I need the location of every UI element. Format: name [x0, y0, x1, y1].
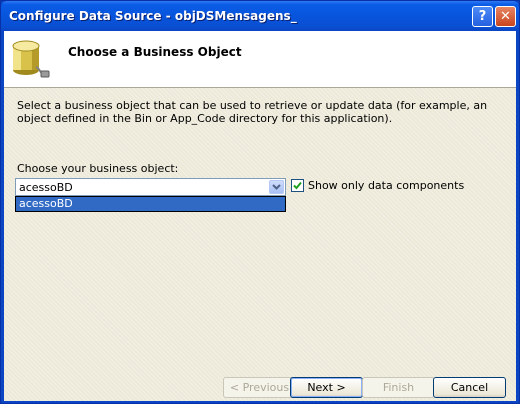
business-object-label: Choose your business object:	[17, 162, 179, 175]
show-only-data-components-checkbox[interactable]	[291, 179, 304, 192]
checkmark-icon	[293, 181, 302, 190]
wizard-header: Choose a Business Object	[4, 31, 516, 88]
help-button[interactable]: ?	[472, 6, 493, 27]
business-object-combobox[interactable]: acessoBD	[15, 178, 286, 196]
dialog-client-area: Choose a Business Object Select a busine…	[4, 31, 516, 401]
combobox-value: acessoBD	[19, 181, 73, 194]
instruction-text: Select a business object that can be use…	[17, 99, 488, 125]
dropdown-arrow-button[interactable]	[269, 180, 284, 194]
cancel-button[interactable]: Cancel	[433, 377, 506, 398]
title-bar[interactable]: Configure Data Source - objDSMensagens_ …	[1, 1, 519, 31]
window-title: Configure Data Source - objDSMensagens_	[9, 9, 297, 23]
chevron-down-icon	[272, 184, 281, 190]
dropdown-option-acessobd[interactable]: acessoBD	[16, 197, 285, 211]
show-only-data-components-label[interactable]: Show only data components	[308, 179, 464, 192]
previous-button[interactable]: < Previous	[223, 377, 296, 398]
page-title: Choose a Business Object	[68, 45, 242, 59]
close-button[interactable]: ✕	[495, 6, 516, 27]
finish-button[interactable]: Finish	[362, 377, 435, 398]
database-icon	[12, 40, 50, 78]
business-object-dropdown-list: acessoBD	[15, 196, 286, 212]
configure-data-source-window: Configure Data Source - objDSMensagens_ …	[0, 0, 520, 404]
next-button[interactable]: Next >	[290, 377, 363, 398]
